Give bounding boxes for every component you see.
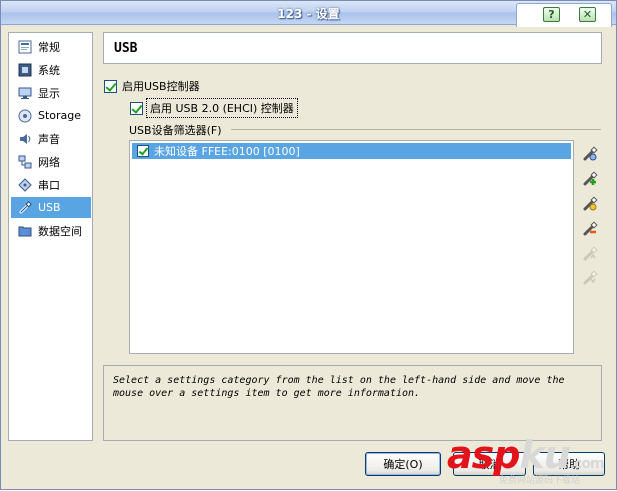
sidebar-item-label: USB: [38, 201, 61, 214]
sidebar-item-label: 数据空间: [38, 224, 82, 238]
checkbox-box[interactable]: [104, 79, 117, 93]
list-item[interactable]: 未知设备 FFEE:0100 [0100]: [132, 143, 571, 159]
sidebar-item-serial-port[interactable]: 串口: [11, 174, 91, 195]
sidebar-item-label: 串口: [38, 178, 60, 192]
enable-usb-controller-checkbox[interactable]: 启用USB控制器: [104, 78, 200, 94]
network-icon: [17, 154, 32, 169]
usb-add-device-filter-icon: [582, 170, 598, 190]
usb-filters-group-label: USB设备筛选器(F): [129, 124, 222, 137]
audio-icon: [17, 131, 32, 146]
shared-folder-icon: [17, 223, 32, 238]
sidebar-item-system[interactable]: 系统: [11, 59, 91, 80]
sidebar-item-display[interactable]: 显示: [11, 82, 91, 103]
system-icon: [17, 62, 32, 77]
sidebar-item-network[interactable]: 网络: [11, 151, 91, 172]
sidebar-item-audio[interactable]: 声音: [11, 128, 91, 149]
edit-filter-button[interactable]: [580, 195, 600, 215]
watermark-logo-tld: .com: [569, 456, 605, 472]
remove-filter-button[interactable]: [580, 220, 600, 240]
info-text: Select a settings category from the list…: [113, 375, 565, 399]
watermark-logo-ku: ku: [519, 433, 570, 477]
usb-move-down-icon: [582, 269, 598, 289]
move-filter-up-button[interactable]: [580, 245, 600, 265]
usb-move-up-icon: [582, 245, 598, 265]
storage-icon: [17, 108, 32, 123]
display-icon: [17, 85, 32, 100]
sidebar-item-storage[interactable]: Storage: [11, 105, 91, 126]
watermark-subtitle: 免费网站源码下载站: [499, 476, 581, 486]
filter-label: 未知设备 FFEE:0100 [0100]: [154, 145, 300, 158]
sidebar-item-label: 网络: [38, 155, 60, 169]
usb-edit-filter-icon: [582, 195, 598, 215]
usb-add-filter-icon: [582, 145, 598, 165]
enable-usb-controller-label: 启用USB控制器: [122, 80, 200, 93]
enable-ehci-controller-checkbox[interactable]: 启用 USB 2.0 (EHCI) 控制器: [130, 98, 298, 118]
usb-filter-list[interactable]: 未知设备 FFEE:0100 [0100]: [129, 140, 574, 354]
serial-port-icon: [17, 177, 32, 192]
site-watermark: aspku.com 免费网站源码下载站: [447, 433, 617, 491]
move-filter-down-button[interactable]: [580, 269, 600, 289]
ok-button[interactable]: 确定(O): [365, 452, 441, 476]
sidebar-item-label: 声音: [38, 132, 60, 146]
usb-remove-filter-icon: [582, 220, 598, 240]
info-panel: Select a settings category from the list…: [103, 365, 602, 441]
add-empty-filter-button[interactable]: [580, 145, 600, 165]
page-header: USB: [103, 32, 602, 64]
settings-window: 123 - 设置 ? ✕ 常规 系统 显示 Storage 声音 网络 串口 U…: [0, 0, 617, 490]
sidebar-item-label: 系统: [38, 63, 60, 77]
sidebar-item-general[interactable]: 常规: [11, 36, 91, 57]
enable-ehci-controller-label: 启用 USB 2.0 (EHCI) 控制器: [146, 98, 298, 118]
sidebar-item-label: Storage: [38, 109, 82, 122]
close-title-button[interactable]: ✕: [579, 7, 596, 22]
watermark-logo: aspku.com: [447, 433, 605, 477]
title-buttons: ? ✕: [516, 3, 612, 27]
page-title: USB: [114, 41, 138, 56]
sidebar-item-usb[interactable]: USB: [11, 197, 91, 218]
settings-category-list[interactable]: 常规 系统 显示 Storage 声音 网络 串口 USB 数据空间: [8, 32, 93, 441]
sidebar-item-label: 常规: [38, 40, 60, 54]
usb-icon: [17, 200, 32, 215]
sidebar-item-label: 显示: [38, 86, 60, 100]
filter-checkbox[interactable]: [137, 145, 149, 157]
title-bar[interactable]: 123 - 设置 ? ✕: [1, 1, 616, 27]
add-filter-from-device-button[interactable]: [580, 170, 600, 190]
group-divider: [231, 129, 601, 130]
sidebar-item-shared-folders[interactable]: 数据空间: [11, 220, 91, 241]
watermark-logo-asp: asp: [447, 433, 520, 477]
checkbox-box[interactable]: [130, 101, 143, 115]
help-title-button[interactable]: ?: [543, 7, 560, 22]
general-icon: [17, 39, 32, 54]
